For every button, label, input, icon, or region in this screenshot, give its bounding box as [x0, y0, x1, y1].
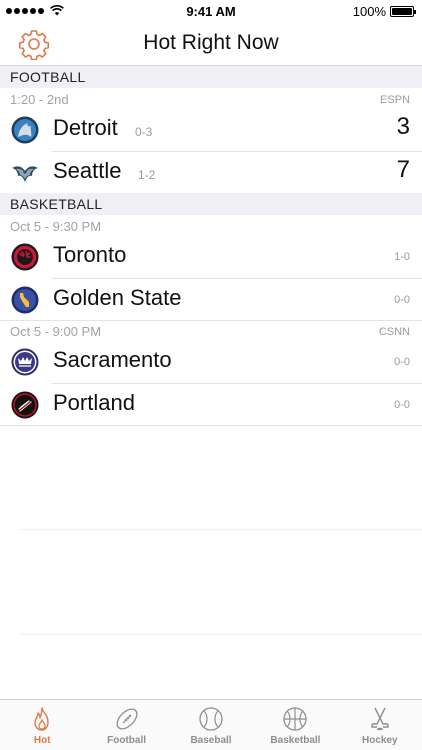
- game-meta: Oct 5 - 9:30 PM: [0, 216, 422, 238]
- section-header-football: FOOTBALL: [0, 66, 422, 88]
- seattle-seahawks-logo: [11, 159, 39, 187]
- sacramento-kings-logo: [11, 348, 39, 376]
- tab-label: Hot: [33, 735, 51, 746]
- team-row-toronto[interactable]: Toronto 1-0: [0, 236, 422, 278]
- game-network: CSNN: [378, 326, 410, 338]
- team-row-golden-state[interactable]: Golden State 0-0: [0, 279, 422, 321]
- team-name: Sacramento: [53, 347, 172, 372]
- battery-percent: 100%: [352, 4, 386, 19]
- tab-football[interactable]: Football: [84, 700, 168, 750]
- flame-icon: [34, 707, 49, 731]
- football-icon: [116, 708, 138, 730]
- team-row-sacramento[interactable]: Sacramento 0-0: [0, 341, 422, 383]
- game-meta: 1:20 - 2nd ESPN: [0, 89, 422, 111]
- team-record: 0-0: [394, 356, 410, 368]
- team-record: 0-0: [394, 399, 410, 411]
- empty-row-divider: [20, 634, 422, 635]
- team-record: 1-0: [394, 251, 410, 263]
- page-title: Hot Right Now: [143, 31, 279, 54]
- team-name: Seattle: [53, 158, 122, 183]
- team-score: 3: [396, 113, 410, 140]
- tab-baseball[interactable]: Baseball: [169, 700, 253, 750]
- team-record: 0-0: [394, 294, 410, 306]
- row-divider: [0, 425, 422, 426]
- toronto-raptors-logo: [11, 243, 39, 271]
- game-time: 1:20 - 2nd: [10, 92, 69, 107]
- tab-bar: Hot Football Baseball Basketball Hockey: [0, 699, 422, 750]
- tab-label: Football: [107, 735, 147, 746]
- team-row-seattle[interactable]: Seattle 1-2 7: [0, 152, 422, 194]
- team-name: Toronto: [53, 242, 127, 267]
- game-meta: Oct 5 - 9:00 PM CSNN: [0, 321, 422, 343]
- detroit-lions-logo: [11, 116, 39, 144]
- battery-indicator: 100%: [352, 4, 416, 19]
- tab-label: Hockey: [362, 735, 398, 746]
- game-network: ESPN: [380, 94, 410, 106]
- tab-hot[interactable]: Hot: [0, 700, 84, 750]
- team-score: 7: [396, 156, 410, 183]
- baseball-icon: [199, 707, 223, 731]
- tab-label: Baseball: [190, 735, 232, 746]
- nav-bar: Hot Right Now: [0, 24, 422, 66]
- golden-state-logo: [11, 286, 39, 314]
- team-record: 0-3: [135, 125, 153, 139]
- portland-blazers-logo: [11, 391, 39, 419]
- team-row-detroit[interactable]: Detroit 0-3 3: [0, 109, 422, 151]
- empty-row-divider: [20, 529, 422, 530]
- game-time: Oct 5 - 9:30 PM: [10, 219, 102, 234]
- team-record: 1-2: [138, 168, 156, 182]
- team-row-portland[interactable]: Portland 0-0: [0, 384, 422, 426]
- hockey-sticks-icon: [371, 707, 389, 731]
- team-name: Detroit: [53, 115, 118, 140]
- battery-icon: [390, 6, 416, 17]
- game-time: Oct 5 - 9:00 PM: [10, 324, 102, 339]
- team-name: Golden State: [53, 285, 182, 310]
- tab-label: Basketball: [270, 735, 321, 746]
- team-name: Portland: [53, 390, 135, 415]
- basketball-icon: [283, 707, 308, 731]
- tab-hockey[interactable]: Hockey: [338, 700, 422, 750]
- status-bar: 9:41 AM 100%: [0, 0, 422, 24]
- tab-basketball[interactable]: Basketball: [253, 700, 337, 750]
- section-header-basketball: BASKETBALL: [0, 193, 422, 215]
